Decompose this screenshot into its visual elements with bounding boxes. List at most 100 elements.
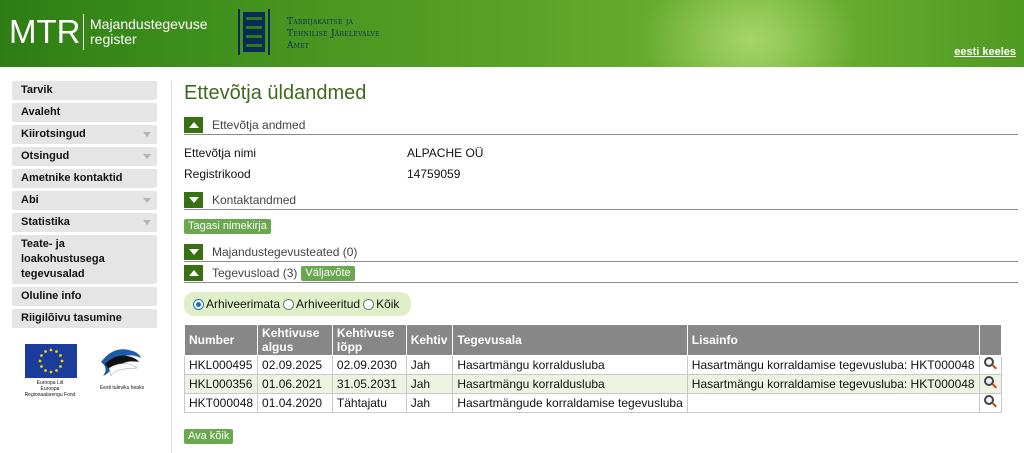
- agency-name-line3: Amet: [287, 41, 310, 51]
- sidebar-item-9[interactable]: Riigilõivu tasumine: [12, 309, 157, 328]
- section-licenses-label: Tegevusload (3): [212, 266, 298, 280]
- sidebar-item-6[interactable]: Statistika: [12, 213, 157, 232]
- table-cell: Hasartmängu korraldamise tegevusluba: HK…: [686, 355, 980, 375]
- table-cell: 01.04.2020: [257, 393, 333, 413]
- sidebar-item-label: Ametnike kontaktid: [21, 172, 123, 184]
- mtr-logo[interactable]: MTR: [9, 12, 80, 52]
- column-header: Kehtivuse lõpp: [331, 324, 407, 356]
- section-notices[interactable]: Majandustegevusteated (0): [184, 243, 1018, 262]
- expand-toggle-contact[interactable]: [184, 192, 203, 208]
- sidebar-item-2[interactable]: Kiirotsingud: [12, 125, 157, 144]
- sidebar-item-7[interactable]: Teate- ja loakohustusega tegevusalad: [12, 235, 157, 284]
- sidebar-item-8[interactable]: Oluline info: [12, 287, 157, 306]
- column-header: Kehtiv: [405, 324, 454, 356]
- column-header: Number: [183, 324, 259, 356]
- agency-name: Tarbijakaitse ja Tehnilise Järelevalve A…: [287, 16, 380, 52]
- sidebar-item-label: Kiirotsingud: [21, 128, 86, 140]
- table-cell: HKL000356: [183, 374, 259, 394]
- sidebar-item-label: Statistika: [21, 216, 70, 228]
- filter-radio-2[interactable]: Kõik: [363, 297, 399, 311]
- estonia-swallow-icon: [101, 349, 141, 377]
- chevron-down-icon[interactable]: [143, 132, 151, 137]
- section-notices-label: Majandustegevusteated (0): [212, 245, 358, 259]
- column-header: [978, 324, 1003, 356]
- magnifier-icon[interactable]: [983, 357, 997, 370]
- sidebar-divider: [171, 81, 172, 453]
- filter-radio-1[interactable]: Arhiveeritud: [283, 297, 360, 311]
- regcode-label: Registrikood: [184, 166, 251, 181]
- back-to-list-button[interactable]: Tagasi nimekirja: [184, 219, 271, 234]
- company-name-label: Ettevõtja nimi: [184, 145, 257, 160]
- header-glow: [640, 0, 860, 67]
- company-name-row: Ettevõtja nimi ALPACHE OÜ: [184, 142, 1018, 163]
- radio-button[interactable]: [193, 298, 204, 310]
- licenses-table: Number Kehtivuse algus Kehtivuse lõpp Kehti…: [183, 324, 1003, 413]
- section-company-label: Ettevõtja andmed: [212, 118, 306, 132]
- sidebar-item-label: Avaleht: [21, 106, 61, 118]
- page-title: Ettevõtja üldandmed: [184, 82, 367, 104]
- filter-radio-label: Arhiveeritud: [296, 297, 361, 311]
- regcode-row: Registrikood 14759059: [184, 163, 1018, 184]
- filter-radio-0[interactable]: Arhiveerimata: [193, 297, 280, 311]
- sidebar-item-5[interactable]: Abi: [12, 191, 157, 210]
- ttja-emblem-icon: [238, 9, 270, 55]
- sidebar-item-3[interactable]: Otsingud: [12, 147, 157, 166]
- table-cell: Hasartmängude korraldamise tegevusluba: [452, 393, 688, 413]
- sidebar-item-label: Otsingud: [21, 150, 70, 162]
- eu-caption: Euroopa Liit Euroopa Regionaalarengu Fon…: [12, 380, 88, 398]
- sidebar-item-label: Tarvik: [21, 84, 53, 96]
- chevron-down-icon[interactable]: [143, 220, 151, 225]
- table-cell: Jah: [405, 393, 454, 413]
- extract-button[interactable]: Väljavõte: [301, 265, 355, 281]
- table-body: HKL000495 02.09.2025 02.09.2030 Jah Hasartmä…: [183, 355, 1003, 413]
- column-header: Tegevusala: [452, 324, 688, 356]
- collapse-toggle-licenses[interactable]: [184, 265, 203, 281]
- magnifier-icon[interactable]: [983, 376, 997, 389]
- table-row: HKT000048 01.04.2020 Tähtajatu Jah Hasartmän…: [183, 393, 1003, 413]
- magnifier-icon[interactable]: [983, 395, 997, 408]
- main-content: Ettevõtja üldandmed Ettevõtja andmed Ett…: [183, 81, 1018, 444]
- sidebar-item-0[interactable]: Tarvik: [12, 81, 157, 100]
- filter-radio-label: Arhiveerimata: [206, 297, 281, 311]
- chevron-up-icon: [188, 122, 199, 128]
- sidebar-item-1[interactable]: Avaleht: [12, 103, 157, 122]
- chevron-down-icon: [188, 197, 199, 203]
- eu-caption-line3: Regionaalarengu Fond: [24, 392, 76, 398]
- chevron-up-icon: [188, 270, 199, 276]
- table-cell-action: [978, 355, 1003, 375]
- table-cell-action: [978, 393, 1003, 413]
- expand-toggle-notices[interactable]: [184, 244, 203, 260]
- table-header-row: Number Kehtivuse algus Kehtivuse lõpp Kehti…: [183, 324, 1003, 356]
- table-row: HKL000356 01.06.2021 31.05.2031 Jah Hasartmä…: [183, 374, 1003, 394]
- table-cell: Hasartmängu korraldusluba: [452, 355, 688, 375]
- section-licenses[interactable]: Tegevusload (3) Väljavõte: [184, 264, 1018, 283]
- table-cell: Hasartmängu korraldusluba: [452, 374, 688, 394]
- agency-name-line2: Tehnilise Järelevalve: [287, 29, 380, 39]
- section-company-data[interactable]: Ettevõtja andmed: [184, 116, 1018, 135]
- sidebar-item-label: Oluline info: [21, 290, 82, 302]
- sidebar-logos: Euroopa Liit Euroopa Regionaalarengu Fon…: [12, 340, 162, 410]
- chevron-down-icon[interactable]: [143, 154, 151, 159]
- table-cell: 01.06.2021: [257, 374, 333, 394]
- open-all-button[interactable]: Ava kõik: [184, 429, 234, 444]
- collapse-toggle-company[interactable]: [184, 117, 203, 133]
- language-link[interactable]: eesti keeles: [954, 46, 1016, 58]
- logo-subtitle-line2: register: [90, 31, 137, 47]
- sidebar-item-4[interactable]: Ametnike kontaktid: [12, 169, 157, 188]
- mtr-logo-subtitle: Majandustegevuse register: [90, 17, 208, 47]
- section-contact-data[interactable]: Kontaktandmed: [184, 191, 1018, 210]
- sidebar-item-label: Teate- ja loakohustusega tegevusalad: [21, 238, 105, 280]
- regcode-value: 14759059: [407, 166, 461, 181]
- radio-button[interactable]: [283, 298, 295, 310]
- header-banner: MTR Majandustegevuse register Tarbijakai…: [0, 0, 1024, 67]
- chevron-down-icon[interactable]: [143, 198, 151, 203]
- sidebar-nav: Tarvik Avaleht Kiirotsingud Otsingud Ametnik…: [12, 81, 157, 331]
- table-cell: Jah: [405, 355, 454, 375]
- archive-filter: Arhiveerimata Arhiveeritud Kõik: [184, 292, 412, 316]
- logo-subtitle-line1: Majandustegevuse: [90, 16, 208, 32]
- table-cell: HKT000048: [183, 393, 259, 413]
- logo-separator: [83, 14, 84, 50]
- section-contact-label: Kontaktandmed: [212, 193, 297, 207]
- estonia-caption: Eesti tuleviku heaks: [99, 385, 145, 391]
- radio-button[interactable]: [363, 298, 375, 310]
